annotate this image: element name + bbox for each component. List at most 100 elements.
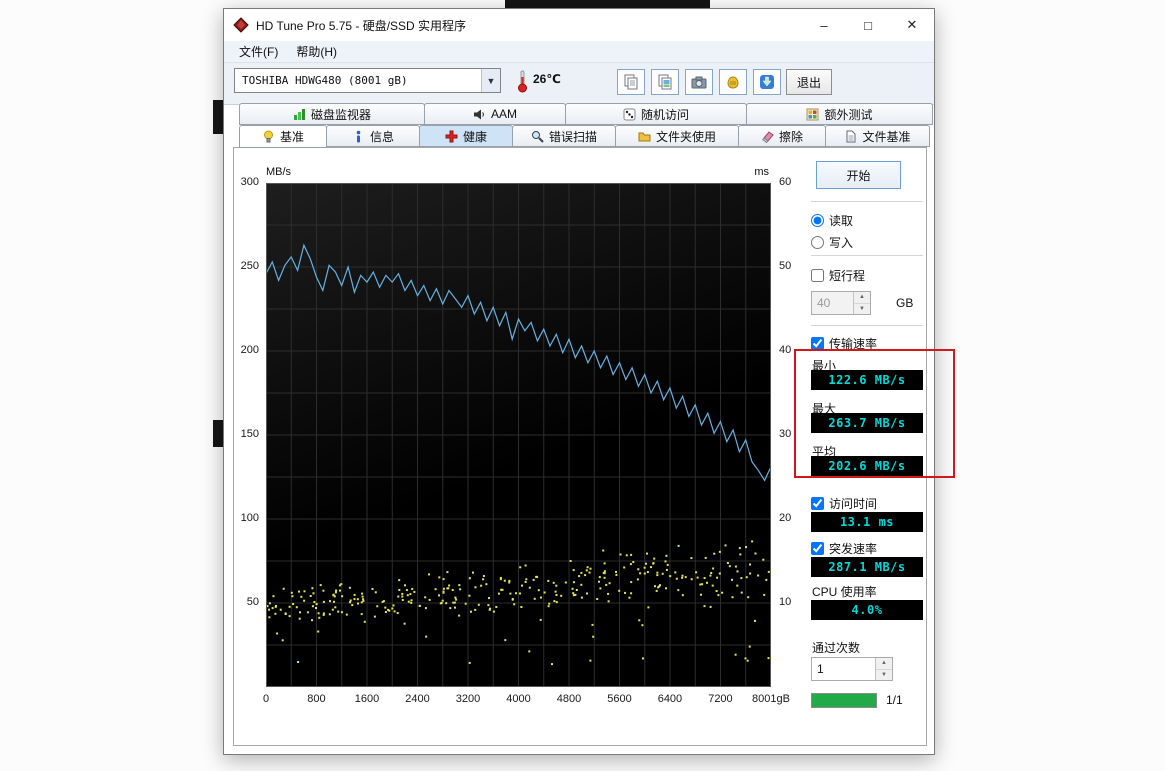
progress-fill [812,694,876,707]
access-time-checkbox[interactable] [811,497,824,510]
avg-speed-display: 202.6 MB/s [811,456,923,476]
pass-count-label: 通过次数 [812,639,860,656]
transfer-rate-label: 传输速率 [829,335,877,352]
tab-label: 错误扫描 [549,128,597,145]
tab-benchmark[interactable]: 基准 [239,125,327,148]
axis-tick: 40 [779,344,791,356]
axis-tick: 0 [263,693,269,705]
tab-error-scan[interactable]: 错误扫描 [512,125,616,147]
burst-rate-checkbox[interactable] [811,542,824,555]
disk-monitor-icon [293,108,306,121]
separator [811,255,923,256]
desktop-artifact [213,420,223,447]
tab-random-access[interactable]: 随机访问 [565,103,747,125]
read-radio[interactable] [811,214,824,227]
copy-image-button[interactable] [651,69,679,95]
tab-label: AAM [491,107,517,121]
transfer-rate-row[interactable]: 传输速率 [811,335,877,352]
axis-tick: 100 [241,512,259,524]
short-stroke-value: 40 [812,292,853,314]
axis-tick: 8001gB [752,693,790,705]
cpu-usage-display: 4.0% [811,600,923,620]
spin-down-button[interactable]: ▼ [876,670,892,681]
donate-button[interactable] [719,69,747,95]
tab-disk-monitor[interactable]: 磁盘监视器 [239,103,425,125]
magnifier-icon [531,130,544,143]
separator [811,325,923,326]
health-cross-icon [445,130,458,143]
desktop-artifact [213,100,223,134]
left-axis-unit: MB/s [266,166,291,178]
axis-tick: 3200 [456,693,480,705]
pass-count-input[interactable]: 1 ▲ ▼ [811,657,893,681]
access-time-display: 13.1 ms [811,512,923,532]
axis-tick: 4000 [506,693,530,705]
axis-tick: 300 [241,176,259,188]
tab-aam[interactable]: AAM [424,103,566,125]
axis-tick: 1600 [355,693,379,705]
exit-button[interactable]: 退出 [786,69,832,95]
write-label: 写入 [829,234,853,251]
benchmark-chart: MB/s ms 30025020015010050605040302010080… [266,183,771,687]
read-label: 读取 [829,212,853,229]
short-stroke-label: 短行程 [829,267,865,284]
close-button[interactable]: ✕ [890,9,934,41]
desktop: HD Tune Pro 5.75 - 硬盘/SSD 实用程序 – □ ✕ 文件(… [0,0,1165,771]
tab-extra-tests[interactable]: 额外测试 [746,103,933,125]
transfer-rate-checkbox[interactable] [811,337,824,350]
axis-tick: 250 [241,260,259,272]
tab-row-primary: 基准 信息 健康 错误扫描 文件夹使用 擦除 [239,125,929,148]
axis-tick: 800 [307,693,325,705]
tab-row-secondary: 磁盘监视器 AAM 随机访问 额外测试 [239,103,932,125]
spin-down-button[interactable]: ▼ [854,304,870,315]
progress-label: 1/1 [886,693,903,707]
tab-health[interactable]: 健康 [419,125,513,147]
menu-file[interactable]: 文件(F) [230,41,287,62]
tab-info[interactable]: 信息 [326,125,420,147]
write-radio-row[interactable]: 写入 [811,234,853,251]
dice-icon [623,108,636,121]
axis-tick: 30 [779,428,791,440]
tab-erase[interactable]: 擦除 [738,125,826,147]
axis-tick: 2400 [405,693,429,705]
short-stroke-row[interactable]: 短行程 [811,267,865,284]
thermometer-icon [516,69,529,96]
chevron-down-icon: ▼ [481,69,500,92]
access-time-label: 访问时间 [829,495,877,512]
hand-icon [725,74,741,90]
document-icon [844,130,857,143]
burst-rate-row[interactable]: 突发速率 [811,540,877,557]
spin-up-button[interactable]: ▲ [876,658,892,670]
short-stroke-input[interactable]: 40 ▲ ▼ [811,291,871,315]
extra-tests-icon [806,108,819,121]
axis-tick: 6400 [658,693,682,705]
max-speed-display: 263.7 MB/s [811,413,923,433]
tab-file-benchmark[interactable]: 文件基准 [825,125,930,147]
app-logo-icon [233,17,249,33]
tab-folder-usage[interactable]: 文件夹使用 [615,125,739,147]
spin-up-button[interactable]: ▲ [854,292,870,304]
axis-tick: 200 [241,344,259,356]
screenshot-button[interactable] [685,69,713,95]
copy-text-button[interactable] [617,69,645,95]
maximize-button[interactable]: □ [846,9,890,41]
write-radio[interactable] [811,236,824,249]
download-arrow-icon [759,74,775,90]
axis-tick: 20 [779,512,791,524]
tab-label: 信息 [370,128,394,145]
read-radio-row[interactable]: 读取 [811,212,853,229]
cpu-usage-label: CPU 使用率 [812,583,877,600]
tab-label: 擦除 [779,128,803,145]
burst-rate-display: 287.1 MB/s [811,557,923,577]
short-stroke-checkbox[interactable] [811,269,824,282]
drive-select-dropdown[interactable]: TOSHIBA HDWG480 (8001 gB) ▼ [234,68,501,93]
toolbar: TOSHIBA HDWG480 (8001 gB) ▼ 26℃ [224,63,934,105]
axis-tick: 50 [247,596,259,608]
update-button[interactable] [753,69,781,95]
access-time-row[interactable]: 访问时间 [811,495,877,512]
axis-tick: 10 [779,596,791,608]
menu-help[interactable]: 帮助(H) [287,41,346,62]
start-button[interactable]: 开始 [816,161,901,189]
minimize-button[interactable]: – [802,9,846,41]
pass-count-value: 1 [812,658,875,680]
